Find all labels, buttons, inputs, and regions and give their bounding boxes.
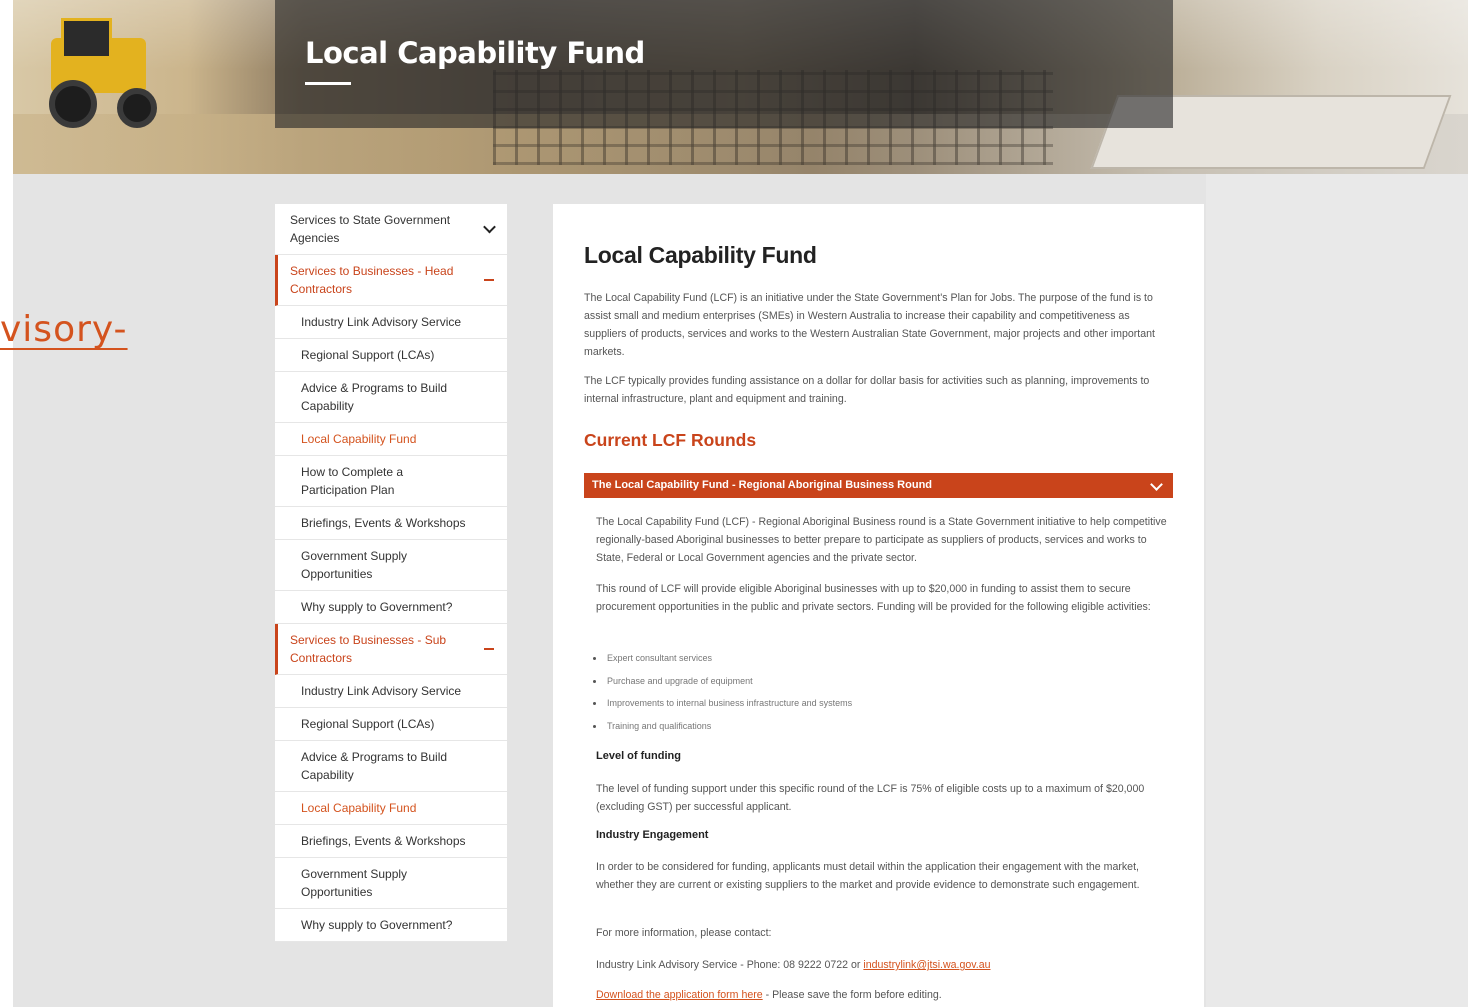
- sidebar-item-7[interactable]: Briefings, Events & Workshops: [275, 507, 507, 540]
- sidebar-item-9[interactable]: Why supply to Government?: [275, 591, 507, 624]
- sidebar-section-0[interactable]: Services to State Government Agencies: [275, 204, 507, 255]
- sidebar-item-11[interactable]: Industry Link Advisory Service: [275, 675, 507, 708]
- accordion-title: The Local Capability Fund - Regional Abo…: [592, 479, 933, 491]
- download-form-link[interactable]: Download the application form here: [596, 989, 763, 1001]
- funding-text: The level of funding support under this …: [596, 783, 1145, 813]
- chevron-down-icon: [1150, 478, 1163, 491]
- sidebar-item-label: Advice & Programs to Build Capability: [301, 750, 448, 782]
- download-note: - Please save the form before editing.: [762, 989, 942, 1001]
- sidebar-item-label: Why supply to Government?: [301, 600, 453, 614]
- contact-prefix: Industry Link Advisory Service - Phone: …: [596, 959, 864, 971]
- contact-email-link[interactable]: industrylink@jtsi.wa.gov.au: [863, 959, 990, 971]
- accordion-paragraph-1: The Local Capability Fund (LCF) - Region…: [596, 516, 1167, 564]
- sidebar-item-13[interactable]: Advice & Programs to Build Capability: [275, 741, 507, 792]
- sidebar-nav: Services to State Government Agencies Ser…: [275, 204, 507, 942]
- chevron-down-icon[interactable]: [483, 220, 496, 234]
- engagement-text: In order to be considered for funding, a…: [596, 861, 1140, 891]
- collapse-minus-icon[interactable]: [484, 648, 494, 650]
- sidebar-item-label: Services to State Government Agencies: [290, 213, 451, 245]
- sidebar-item-16[interactable]: Government Supply Opportunities: [275, 858, 507, 909]
- sidebar-item-label: Briefings, Events & Workshops: [301, 834, 466, 848]
- sidebar-section-10[interactable]: Services to Businesses - Sub Contractors: [275, 624, 507, 675]
- engagement-heading: Industry Engagement: [596, 829, 709, 841]
- sidebar-item-17[interactable]: Why supply to Government?: [275, 909, 507, 942]
- sidebar-item-label: How to Complete a Participation Plan: [301, 465, 404, 497]
- list-item: Purchase and upgrade of equipment: [593, 670, 852, 693]
- sidebar-item-14[interactable]: Local Capability Fund: [275, 792, 507, 825]
- sidebar-item-label: Local Capability Fund: [301, 432, 417, 446]
- collapse-minus-icon[interactable]: [484, 279, 494, 281]
- sidebar-item-label: Advice & Programs to Build Capability: [301, 381, 448, 413]
- page-title: Local Capability Fund: [305, 36, 645, 70]
- intro-paragraph-2: The LCF typically provides funding assis…: [584, 375, 1150, 405]
- sidebar-item-label: Why supply to Government?: [301, 918, 453, 932]
- intro-paragraph-1: The Local Capability Fund (LCF) is an in…: [584, 292, 1155, 358]
- sidebar-item-2[interactable]: Industry Link Advisory Service: [275, 306, 507, 339]
- hero-title-box: Local Capability Fund: [275, 0, 1173, 128]
- funding-heading: Level of funding: [596, 750, 681, 762]
- sidebar-item-4[interactable]: Advice & Programs to Build Capability: [275, 372, 507, 423]
- sidebar-item-label: Industry Link Advisory Service: [301, 684, 462, 698]
- eligible-activities-list: Expert consultant services Purchase and …: [593, 647, 852, 737]
- content-card: Local Capability Fund The Local Capabili…: [553, 204, 1204, 1007]
- contact-intro: For more information, please contact:: [596, 927, 772, 939]
- sidebar-item-5[interactable]: Local Capability Fund: [275, 423, 507, 456]
- sidebar-section-1[interactable]: Services to Businesses - Head Contractor…: [275, 255, 507, 306]
- sidebar-item-6[interactable]: How to Complete a Participation Plan: [275, 456, 507, 507]
- list-item: Improvements to internal business infras…: [593, 692, 852, 715]
- download-line: Download the application form here - Ple…: [596, 986, 1171, 1004]
- list-item: Expert consultant services: [593, 647, 852, 670]
- sidebar-item-label: Services to Businesses - Sub Contractors: [290, 633, 447, 665]
- sidebar-item-label: Regional Support (LCAs): [301, 348, 435, 362]
- title-underline: [305, 82, 351, 85]
- section-heading: Current LCF Rounds: [584, 430, 757, 450]
- sidebar-item-label: Briefings, Events & Workshops: [301, 516, 466, 530]
- overlay-link-fragment[interactable]: visory-: [0, 309, 128, 350]
- sidebar-item-8[interactable]: Government Supply Opportunities: [275, 540, 507, 591]
- hero-machinery-image: [31, 18, 161, 128]
- sidebar-item-label: Government Supply Opportunities: [301, 867, 408, 899]
- sidebar-item-label: Government Supply Opportunities: [301, 549, 408, 581]
- sidebar-item-label: Local Capability Fund: [301, 801, 417, 815]
- content-heading: Local Capability Fund: [584, 242, 817, 268]
- accordion-paragraph-2: This round of LCF will provide eligible …: [596, 583, 1151, 613]
- sidebar-item-label: Regional Support (LCAs): [301, 717, 435, 731]
- contact-line: Industry Link Advisory Service - Phone: …: [596, 956, 1171, 974]
- hero-banner: Local Capability Fund: [13, 0, 1468, 174]
- sidebar-item-label: Services to Businesses - Head Contractor…: [290, 264, 454, 296]
- sidebar-item-3[interactable]: Regional Support (LCAs): [275, 339, 507, 372]
- sidebar-item-12[interactable]: Regional Support (LCAs): [275, 708, 507, 741]
- list-item: Training and qualifications: [593, 715, 852, 738]
- right-gutter: [1206, 174, 1468, 1007]
- sidebar-item-label: Industry Link Advisory Service: [301, 315, 462, 329]
- accordion-header[interactable]: The Local Capability Fund - Regional Abo…: [584, 473, 1173, 498]
- sidebar-item-15[interactable]: Briefings, Events & Workshops: [275, 825, 507, 858]
